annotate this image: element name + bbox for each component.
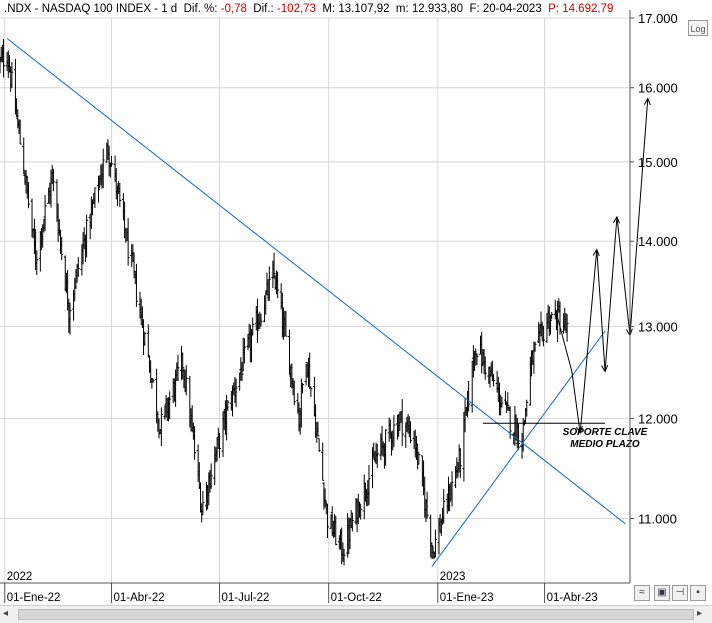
- menu-icon[interactable]: ▪: [690, 585, 706, 601]
- year-label: 2023: [440, 571, 466, 583]
- save-icon[interactable]: ▣: [654, 585, 670, 601]
- projection-segment: [629, 98, 649, 336]
- annotation-line2: MEDIO PLAZO: [570, 439, 640, 450]
- annotation-line1: SOPORTE CLAVE: [563, 427, 648, 438]
- x-tick-label: 01-Jul-22: [221, 592, 269, 604]
- y-tick-label: 11.000: [638, 512, 677, 527]
- plot-area[interactable]: [0, 18, 630, 583]
- horizontal-scrollbar[interactable]: ◂ ▸: [0, 605, 712, 623]
- scroll-thumb[interactable]: [18, 609, 694, 620]
- x-tick-label: 01-Abr-23: [547, 592, 598, 604]
- y-tick-label: 12.000: [638, 411, 678, 426]
- y-tick-label: 14.000: [638, 234, 678, 249]
- scroll-left-arrow-icon[interactable]: ◂: [3, 608, 15, 620]
- x-tick-label: 01-Ene-23: [440, 592, 494, 604]
- y-tick-label: 17.000: [638, 11, 678, 26]
- annotation-layer: SOPORTE CLAVE MEDIO PLAZO: [563, 427, 648, 450]
- pin-icon[interactable]: ⊣: [672, 585, 688, 601]
- x-tick-label: 01-Ene-22: [7, 592, 61, 604]
- price-chart[interactable]: SOPORTE CLAVE MEDIO PLAZO 11.000 12.000 13…: [0, 0, 712, 605]
- year-label: 2022: [7, 571, 33, 583]
- y-tick-label: 15.000: [638, 155, 678, 170]
- log-scale-button[interactable]: Log: [688, 20, 708, 36]
- y-tick-label: 13.000: [638, 319, 678, 334]
- x-tick-label: 01-Oct-22: [331, 592, 382, 604]
- x-tick-label: 01-Abr-22: [114, 592, 165, 604]
- scroll-right-arrow-icon[interactable]: ▸: [697, 608, 709, 620]
- y-tick-label: 16.000: [638, 81, 678, 96]
- wave-icon[interactable]: ≈: [634, 585, 650, 601]
